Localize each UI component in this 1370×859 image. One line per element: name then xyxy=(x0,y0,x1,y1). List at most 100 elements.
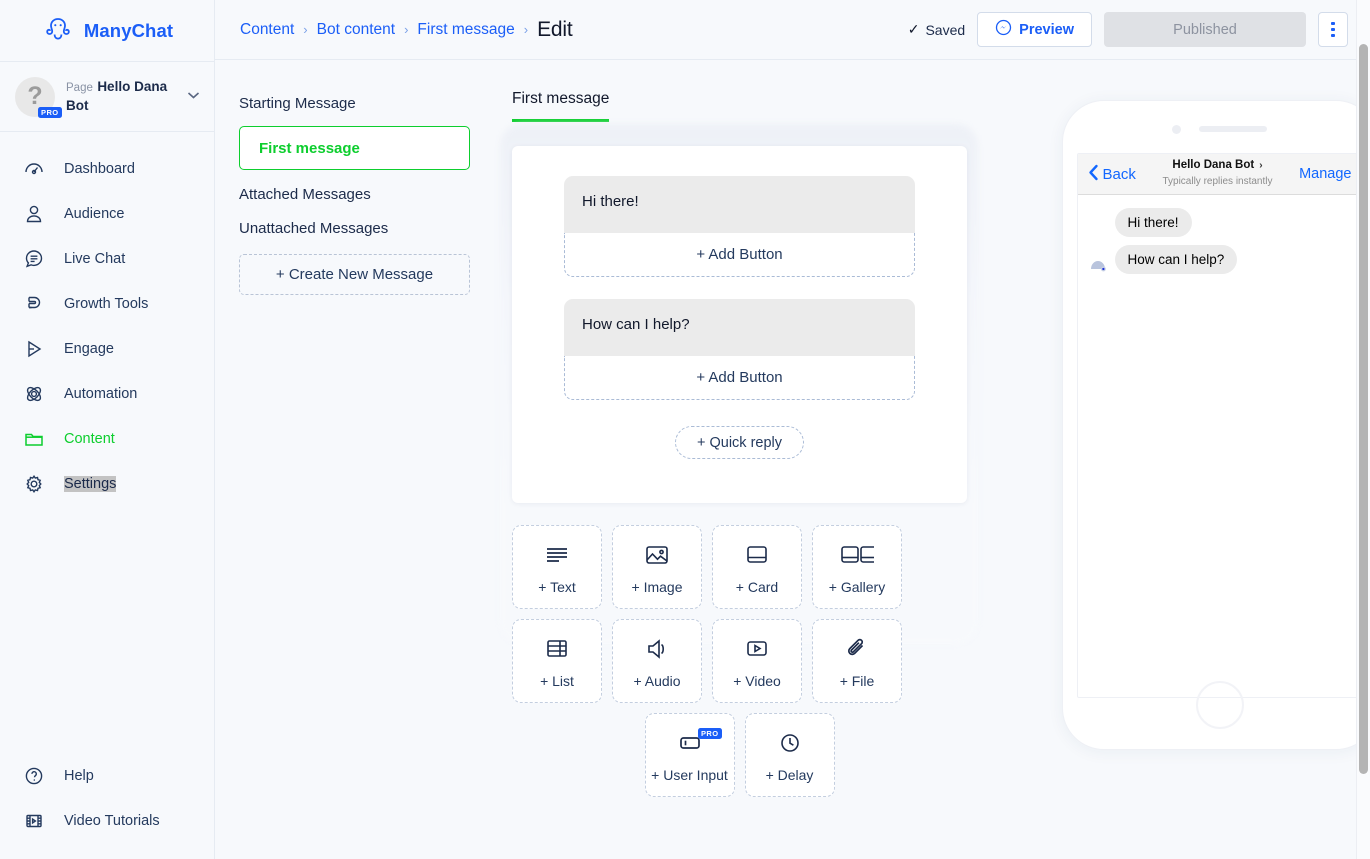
add-button-1[interactable]: + Add Button xyxy=(564,356,915,400)
top-bar: Content › Bot content › First message › … xyxy=(215,0,1370,60)
chevron-left-icon xyxy=(1088,164,1099,185)
send-arrow-icon xyxy=(22,337,46,361)
top-actions: ✓ Saved Preview Published xyxy=(908,12,1348,47)
page-label: Page xyxy=(66,82,93,95)
card-icon xyxy=(743,540,771,570)
sidebar-item-live-chat[interactable]: Live Chat xyxy=(0,236,214,281)
add-list-tile[interactable]: + List xyxy=(512,619,602,703)
pro-badge: PRO xyxy=(697,728,722,739)
scrollbar-thumb[interactable] xyxy=(1359,44,1368,774)
message-block: How can I help? + Add Button xyxy=(564,299,915,400)
breadcrumb-item-bot-content[interactable]: Bot content xyxy=(317,21,395,39)
bot-avatar-icon xyxy=(1087,252,1109,274)
chevron-down-icon[interactable] xyxy=(187,91,200,103)
add-quick-reply-button[interactable]: + Quick reply xyxy=(674,426,805,459)
manage-button[interactable]: Manage xyxy=(1299,166,1351,182)
messenger-icon xyxy=(995,19,1012,40)
message-bubble-text[interactable]: Hi there! xyxy=(564,176,915,234)
add-audio-tile[interactable]: + Audio xyxy=(612,619,702,703)
folder-icon xyxy=(22,427,46,451)
quick-reply-row: + Quick reply xyxy=(564,426,915,459)
chat-bubble: How can I help? xyxy=(1114,245,1238,274)
person-icon xyxy=(22,202,46,226)
brand-header[interactable]: ManyChat xyxy=(0,0,214,62)
video-play-icon xyxy=(743,634,771,664)
tile-label: + Image xyxy=(631,578,683,595)
create-new-message-button[interactable]: + Create New Message xyxy=(239,254,470,295)
bot-name: Hello Dana Bot xyxy=(1172,159,1255,171)
messages-column: Starting Message First message Attached … xyxy=(215,60,470,859)
add-delay-tile[interactable]: + Delay xyxy=(744,713,835,797)
sidebar-item-settings[interactable]: Settings xyxy=(0,461,214,506)
home-button xyxy=(1195,681,1244,729)
page-meta: Page Hello Dana Bot xyxy=(66,78,176,115)
sidebar-item-automation[interactable]: Automation xyxy=(0,371,214,416)
message-block: Hi there! + Add Button xyxy=(564,176,915,277)
editor-stage: Hi there! + Add Button How can I help? +… xyxy=(500,124,1042,797)
breadcrumb-separator: › xyxy=(303,22,308,37)
chat-bubble-icon xyxy=(22,247,46,271)
more-options-button[interactable] xyxy=(1318,12,1348,47)
add-video-tile[interactable]: + Video xyxy=(712,619,802,703)
sidebar-item-label: Dashboard xyxy=(64,160,135,177)
sidebar-item-growth-tools[interactable]: Growth Tools xyxy=(0,281,214,326)
phone-mockup: Back Hello Dana Bot › Typically replies … xyxy=(1061,100,1370,750)
add-user-input-tile[interactable]: PRO + User Input xyxy=(644,713,735,797)
back-button[interactable]: Back xyxy=(1088,164,1136,185)
sidebar-item-engage[interactable]: Engage xyxy=(0,326,214,371)
phone-top xyxy=(1063,101,1370,157)
sidebar-item-label: Audience xyxy=(64,205,125,222)
chevron-right-icon: › xyxy=(1259,159,1263,171)
main-area: Content › Bot content › First message › … xyxy=(215,0,1370,859)
tile-label: + File xyxy=(839,672,875,689)
add-button-0[interactable]: + Add Button xyxy=(564,233,915,277)
message-item-first-message[interactable]: First message xyxy=(239,126,470,170)
speaker-icon xyxy=(643,634,671,664)
tile-row-2: + List + Audio + Video + File xyxy=(512,619,967,703)
app-root: ManyChat ? PRO Page Hello Dana Bot Dashb… xyxy=(0,0,1370,859)
sidebar-item-label: Help xyxy=(64,767,94,784)
avatar: ? PRO xyxy=(15,76,62,118)
sidebar: ManyChat ? PRO Page Hello Dana Bot Dashb… xyxy=(0,0,215,859)
tile-label: + Gallery xyxy=(828,578,886,595)
add-image-tile[interactable]: + Image xyxy=(612,525,702,609)
sidebar-nav: Dashboard Audience Live Chat Growth Tool… xyxy=(0,132,214,753)
sidebar-footer: Help Video Tutorials xyxy=(0,753,214,859)
gear-icon xyxy=(22,472,46,496)
status-badge: ✓ Saved xyxy=(908,21,965,38)
vertical-scrollbar[interactable] xyxy=(1356,0,1370,859)
gallery-icon xyxy=(840,540,874,570)
add-file-tile[interactable]: + File xyxy=(812,619,902,703)
saved-label: Saved xyxy=(925,21,966,38)
messenger-title-block: Hello Dana Bot › Typically replies insta… xyxy=(1136,159,1299,189)
preview-button[interactable]: Preview xyxy=(977,12,1092,47)
attached-messages-link[interactable]: Attached Messages xyxy=(239,186,470,203)
sidebar-item-audience[interactable]: Audience xyxy=(0,191,214,236)
published-button[interactable]: Published xyxy=(1104,12,1306,47)
breadcrumb-item-content[interactable]: Content xyxy=(240,21,294,39)
content-area: Starting Message First message Attached … xyxy=(215,60,1370,859)
bot-name-row[interactable]: Hello Dana Bot › xyxy=(1136,159,1299,171)
vertical-dots-icon xyxy=(1331,33,1335,38)
add-card-tile[interactable]: + Card xyxy=(712,525,802,609)
question-circle-icon xyxy=(22,764,46,788)
editor-tabs: First message xyxy=(512,90,1042,122)
sidebar-item-help[interactable]: Help xyxy=(0,753,214,798)
sidebar-item-label: Engage xyxy=(64,340,114,357)
unattached-messages-link[interactable]: Unattached Messages xyxy=(239,220,470,237)
sidebar-item-content[interactable]: Content xyxy=(0,416,214,461)
add-text-tile[interactable]: + Text xyxy=(512,525,602,609)
page-selector[interactable]: ? PRO Page Hello Dana Bot xyxy=(0,62,214,132)
message-bubble-text[interactable]: How can I help? xyxy=(564,299,915,357)
breadcrumb-item-first-message[interactable]: First message xyxy=(417,21,514,39)
message-panel: Hi there! + Add Button How can I help? +… xyxy=(512,146,967,503)
manychat-octopus-logo-icon xyxy=(41,14,75,48)
brand-name: ManyChat xyxy=(83,19,174,41)
breadcrumb-separator: › xyxy=(523,22,529,37)
sidebar-item-dashboard[interactable]: Dashboard xyxy=(0,146,214,191)
image-icon xyxy=(643,540,671,570)
sidebar-item-video-tutorials[interactable]: Video Tutorials xyxy=(0,798,214,843)
tab-first-message[interactable]: First message xyxy=(512,90,610,122)
phone-screen: Back Hello Dana Bot › Typically replies … xyxy=(1076,153,1363,698)
add-gallery-tile[interactable]: + Gallery xyxy=(812,525,902,609)
